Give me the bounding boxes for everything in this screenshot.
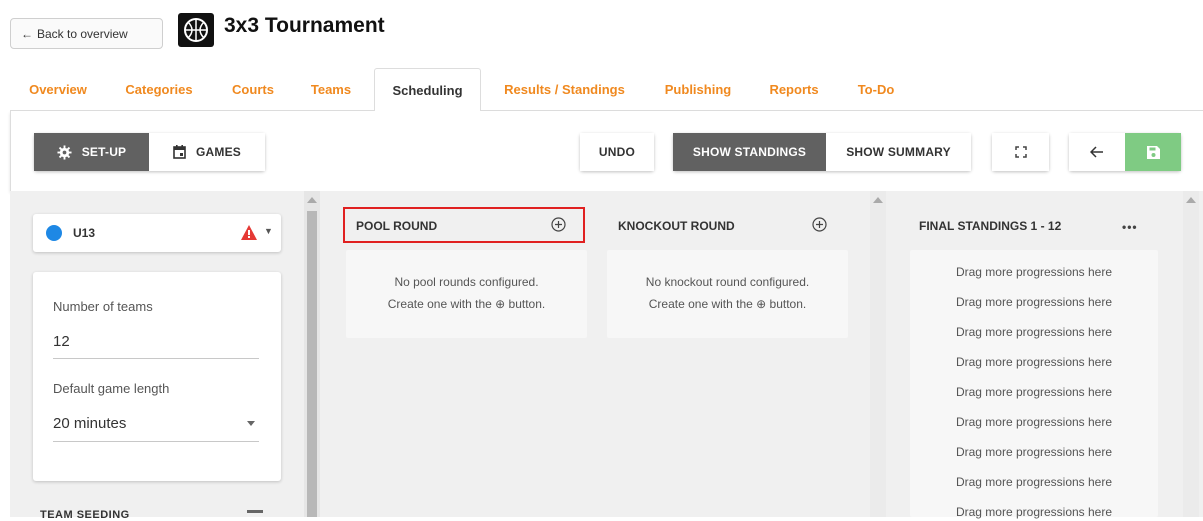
drag-progression-slot[interactable]: Drag more progressions here [910,445,1158,459]
show-summary-button[interactable]: SHOW SUMMARY [826,133,971,171]
pool-empty-line2: Create one with the ⊕ button. [387,297,546,311]
drag-progression-slot[interactable]: Drag more progressions here [910,265,1158,279]
pool-round-empty-state: No pool rounds configured. Create one wi… [346,250,587,338]
pool-round-highlight [343,207,585,243]
field-underline [53,441,259,442]
setup-button[interactable]: SET-UP [34,133,149,171]
left-panel-scrollbar[interactable] [304,191,320,517]
number-of-teams-label: Number of teams [53,299,153,314]
scrollbar-thumb[interactable] [307,211,317,517]
scroll-up-icon [1186,197,1196,203]
drag-progression-slot[interactable]: Drag more progressions here [910,475,1158,489]
tab-results-standings[interactable]: Results / Standings [496,68,633,110]
pool-empty-line1: No pool rounds configured. [394,275,539,289]
drag-progression-slot[interactable]: Drag more progressions here [910,415,1158,429]
standings-summary-toggle: SHOW STANDINGS SHOW SUMMARY [673,133,971,171]
fullscreen-icon [1014,146,1027,158]
team-seeding-heading: TEAM SEEDING [40,509,130,521]
scroll-up-icon [307,197,317,203]
chevron-down-icon: ▼ [264,226,273,236]
category-select[interactable]: U13 ▼ [33,214,281,252]
games-label: GAMES [195,145,241,159]
tab-reports[interactable]: Reports [765,68,823,110]
menu-icon[interactable] [247,510,263,513]
drag-progression-slot[interactable]: Drag more progressions here [910,325,1158,339]
save-icon [1146,145,1160,159]
scheduling-toolbar: SET-UP GAMES UNDO SHOW STANDINGS SHOW SU… [10,111,1203,191]
field-underline [53,358,259,359]
knockout-empty-line1: No knockout round configured. [645,275,810,289]
drag-progression-slot[interactable]: Drag more progressions here [910,355,1158,369]
category-color-dot [46,225,62,241]
more-options-icon[interactable]: ••• [1122,220,1138,234]
category-label: U13 [73,226,96,240]
show-standings-button[interactable]: SHOW STANDINGS [673,133,826,171]
undo-button[interactable]: UNDO [580,133,654,171]
back-arrow-button[interactable] [1069,133,1125,171]
fullscreen-group [992,133,1049,171]
drag-progression-slot[interactable]: Drag more progressions here [910,385,1158,399]
save-button[interactable] [1125,133,1181,171]
tab-teams[interactable]: Teams [306,68,356,110]
tab-categories[interactable]: Categories [121,68,197,110]
knockout-empty-line2: Create one with the ⊕ button. [648,297,807,311]
tab-courts[interactable]: Courts [228,68,278,110]
fullscreen-button[interactable] [992,133,1049,171]
arrow-left-icon [1090,146,1103,158]
drag-progression-slot[interactable]: Drag more progressions here [910,295,1158,309]
knockout-round-title: KNOCKOUT ROUND [618,219,735,233]
knockout-round-empty-state: No knockout round configured. Create one… [607,250,848,338]
right-panel-scrollbar[interactable] [1183,191,1199,517]
main-tabs: Overview Categories Courts Teams Schedul… [0,68,1203,111]
setup-label: SET-UP [81,145,127,159]
tab-overview[interactable]: Overview [27,68,89,110]
middle-panel-scrollbar[interactable] [870,191,886,517]
games-button[interactable]: GAMES [149,133,265,171]
nav-save-group [1069,133,1181,171]
game-length-select[interactable]: 20 minutes [53,415,126,432]
basketball-logo-icon [178,13,214,47]
final-standings-title: FINAL STANDINGS 1 - 12 [919,219,1062,233]
back-label: Back to overview [37,26,128,41]
tab-scheduling[interactable]: Scheduling [374,68,481,111]
page-title: 3x3 Tournament [224,14,385,37]
category-settings-card: Number of teams 12 Default game length 2… [33,272,281,481]
calendar-icon [173,145,186,159]
scroll-up-icon [873,197,883,203]
back-to-overview-button[interactable]: ← Back to overview [10,18,163,49]
tab-publishing[interactable]: Publishing [660,68,736,110]
warning-icon [241,225,257,240]
view-toggle: SET-UP GAMES [34,133,265,171]
game-length-label: Default game length [53,381,170,396]
chevron-down-icon [247,421,255,426]
number-of-teams-field[interactable]: 12 [53,333,70,350]
add-knockout-round-icon[interactable] [812,217,827,232]
gear-icon [57,144,72,160]
arrow-left-icon: ← [21,26,33,41]
tab-todo[interactable]: To-Do [855,68,897,110]
undo-group: UNDO [580,133,654,171]
